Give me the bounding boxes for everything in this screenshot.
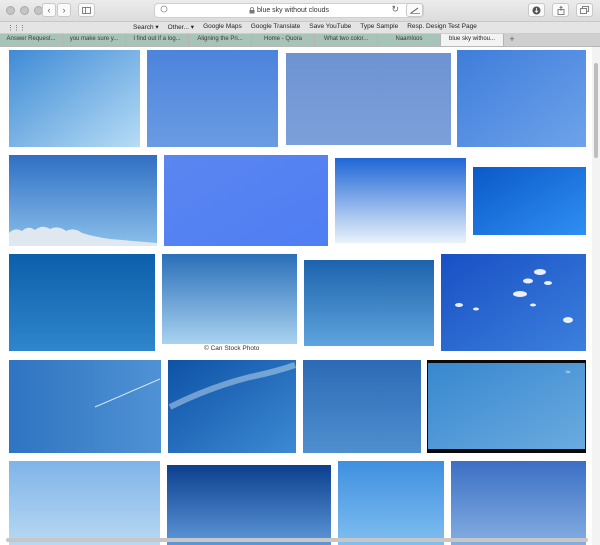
tab-bar: Answer Request... you make sure y... I f… — [0, 34, 600, 47]
image-result[interactable] — [164, 155, 328, 246]
search-icon — [160, 5, 168, 15]
image-result[interactable] — [9, 50, 140, 147]
forward-arrow-icon: › — [62, 5, 66, 15]
image-result[interactable] — [167, 465, 331, 545]
image-result[interactable] — [304, 260, 434, 346]
favorite-other[interactable]: Other... ▾ — [168, 23, 194, 31]
image-result[interactable] — [473, 167, 586, 235]
downloads-button[interactable] — [528, 3, 545, 17]
pen-icon — [409, 7, 420, 14]
favorites-bar: ⋮⋮⋮ Search ▾ Other... ▾ Google Maps Goog… — [0, 22, 600, 34]
horizontal-scrollbar[interactable] — [6, 538, 588, 542]
reload-icon[interactable]: ↻ — [391, 4, 399, 15]
tab-blue-sky[interactable]: blue sky withou... — [441, 34, 504, 46]
image-result[interactable] — [303, 360, 421, 453]
favorite-save-youtube[interactable]: Save YouTube — [309, 23, 351, 31]
image-result[interactable] — [338, 461, 444, 545]
tab-aligning[interactable]: Aligning the Pri... — [189, 34, 252, 46]
share-button[interactable] — [552, 3, 569, 17]
image-result[interactable] — [168, 360, 296, 453]
back-button[interactable]: ‹ — [42, 3, 56, 17]
vertical-scrollbar[interactable] — [592, 47, 600, 545]
tab-home-quora[interactable]: Home - Quora — [252, 34, 315, 46]
close-window-button[interactable] — [6, 6, 15, 15]
show-tabs-button[interactable] — [576, 3, 593, 17]
sidebar-icon — [82, 6, 91, 14]
image-result[interactable] — [9, 461, 160, 545]
reader-button[interactable] — [406, 3, 423, 17]
image-result[interactable] — [286, 53, 451, 145]
image-result-inner — [428, 363, 585, 449]
tabs-icon — [580, 6, 589, 14]
back-arrow-icon: ‹ — [47, 5, 51, 15]
tab-answer-requests[interactable]: Answer Request... — [0, 34, 63, 46]
address-bar[interactable]: blue sky without clouds ↻ — [154, 3, 424, 18]
image-result[interactable] — [457, 50, 586, 147]
favorite-type-sample[interactable]: Type Sample — [360, 23, 398, 31]
scrollbar-thumb[interactable] — [593, 63, 598, 158]
new-tab-button[interactable]: + — [504, 34, 520, 46]
image-credit: © Can Stock Photo — [204, 345, 260, 352]
image-gallery: ≈ © Can Stock Photo — [0, 47, 600, 545]
tab-you-make-sure[interactable]: you make sure y... — [63, 34, 126, 46]
tab-find-out-log[interactable]: I find out if a log... — [126, 34, 189, 46]
grid-icon[interactable]: ⋮⋮⋮ — [7, 24, 26, 32]
favorite-google-translate[interactable]: Google Translate — [251, 23, 301, 31]
image-result[interactable] — [441, 254, 586, 351]
share-icon — [557, 5, 564, 15]
tab-two-colors[interactable]: What two color... — [315, 34, 378, 46]
glyph-mark: ≈ — [565, 368, 571, 376]
gallery-grid: ≈ — [9, 50, 586, 545]
image-result[interactable] — [9, 360, 161, 453]
url-text: blue sky without clouds — [257, 7, 329, 14]
favorite-resp-design[interactable]: Resp. Design Test Page — [407, 23, 477, 31]
favorite-google-maps[interactable]: Google Maps — [203, 23, 242, 31]
forward-button[interactable]: › — [57, 3, 71, 17]
window-titlebar: ‹ › blue sky without clouds ↻ — [0, 0, 600, 22]
image-result[interactable] — [147, 50, 278, 147]
lock-icon — [249, 7, 255, 14]
tab-naamloos[interactable]: Naamloos — [378, 34, 441, 46]
download-icon — [532, 6, 541, 14]
favorite-search[interactable]: Search ▾ — [133, 23, 159, 31]
image-result[interactable] — [9, 254, 155, 351]
image-result[interactable] — [451, 461, 586, 545]
minimize-window-button[interactable] — [20, 6, 29, 15]
image-result[interactable] — [162, 254, 297, 344]
image-result[interactable] — [335, 158, 466, 243]
sidebar-button[interactable] — [78, 3, 95, 17]
